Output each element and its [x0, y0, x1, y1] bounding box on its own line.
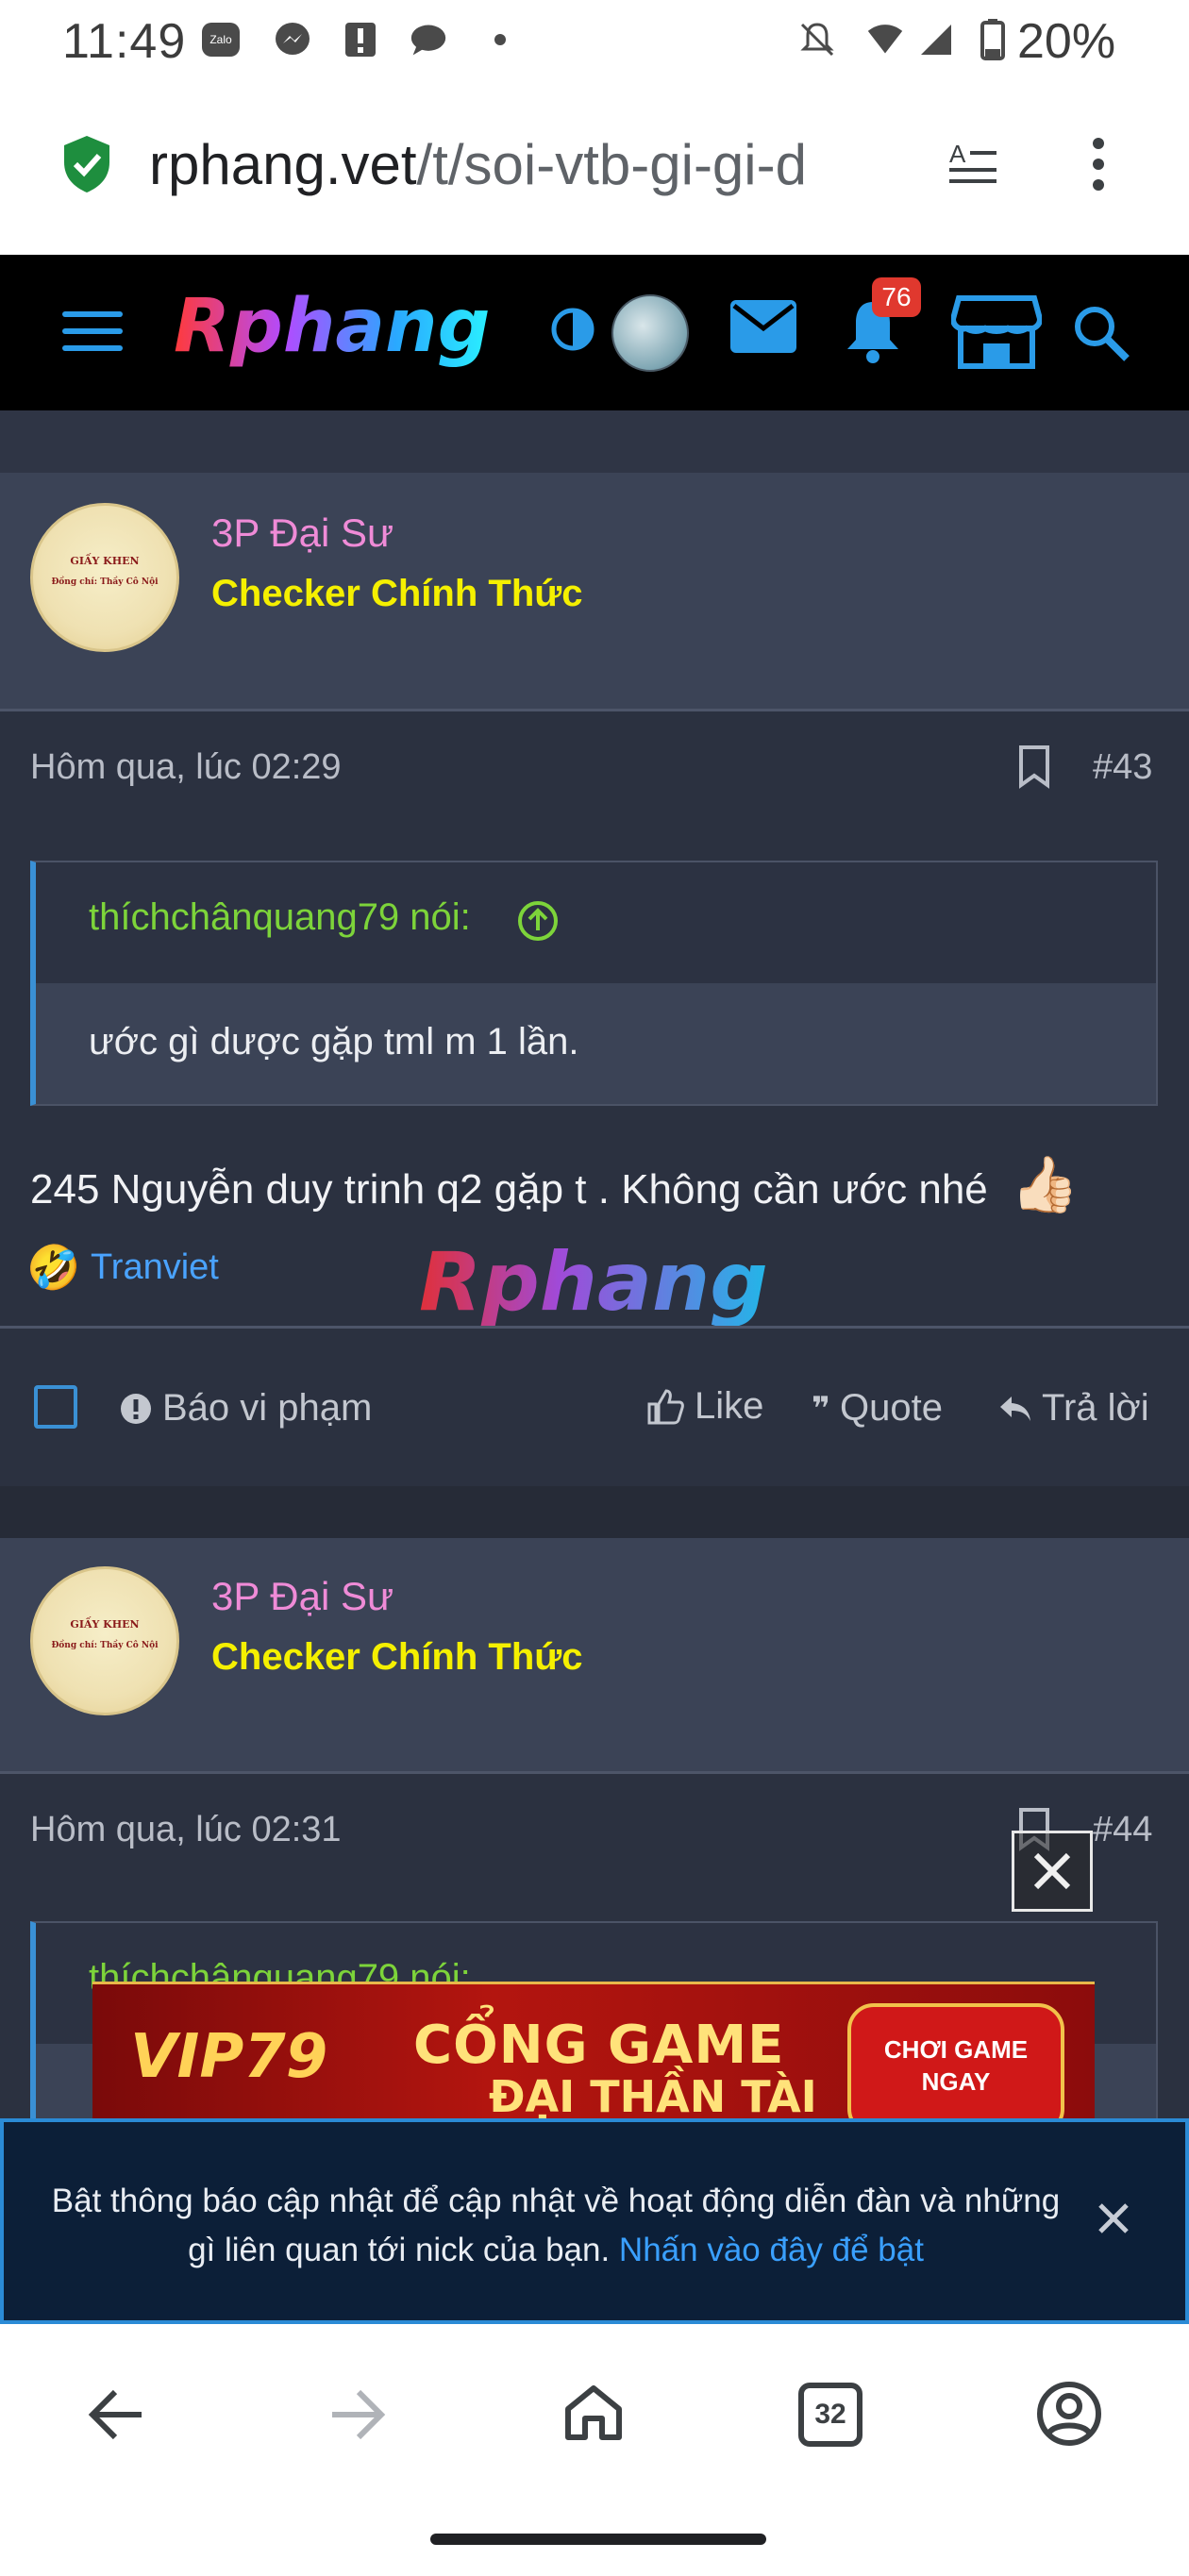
laugh-reaction-icon[interactable]: 🤣 — [26, 1242, 80, 1294]
url-text[interactable]: rphang.vet/t/soi-vtb-gi-gi-d — [149, 132, 904, 197]
post-avatar[interactable]: GIẤY KHEN Đồng chí: Thầy Cô Nội — [30, 503, 179, 652]
browser-url-bar: rphang.vet/t/soi-vtb-gi-gi-d A — [0, 85, 1189, 255]
user-avatar[interactable] — [611, 294, 689, 372]
status-time: 11:49 — [62, 14, 187, 69]
post-timestamp[interactable]: Hôm qua, lúc 02:29 — [30, 747, 342, 788]
report-button[interactable]: Báo vi phạm — [119, 1387, 372, 1430]
quote-icon: ❞ — [812, 1390, 830, 1427]
reply-button[interactable]: Trả lời — [998, 1387, 1149, 1430]
hamburger-menu-icon[interactable] — [62, 308, 123, 361]
ad-headline-1: CỔNG GAME — [413, 2015, 785, 2076]
notification-text: Bật thông báo cập nhật để cập nhật về ho… — [51, 2183, 1061, 2268]
back-icon[interactable] — [87, 2386, 147, 2448]
post-username[interactable]: 3P Đại Sư — [211, 510, 394, 556]
store-icon[interactable] — [949, 294, 1044, 375]
dot-icon — [481, 21, 519, 59]
ad-close-button[interactable] — [1012, 1831, 1093, 1912]
divider — [0, 709, 1189, 711]
post-separator — [0, 1486, 1189, 1538]
secure-shield-icon[interactable] — [60, 134, 113, 199]
messenger-icon — [274, 21, 311, 59]
notification-close-icon[interactable] — [1095, 2200, 1132, 2242]
bookmark-icon[interactable] — [1017, 745, 1051, 794]
post-username[interactable]: 3P Đại Sư — [211, 1574, 394, 1619]
gesture-home-bar[interactable] — [430, 2534, 766, 2545]
report-icon — [121, 1393, 151, 1424]
divider — [0, 1326, 1189, 1329]
post-user-header: GIẤY KHEN Đồng chí: Thầy Cô Nội 3P Đại S… — [0, 473, 1189, 709]
reply-icon — [1000, 1396, 1030, 1421]
select-post-checkbox[interactable] — [34, 1385, 77, 1429]
post-body: 245 Nguyễn duy trinh q2 gặp t . Không cầ… — [30, 1154, 1080, 1215]
quote-jump-icon[interactable] — [517, 900, 559, 942]
post-timestamp[interactable]: Hôm qua, lúc 02:31 — [30, 1810, 342, 1850]
tab-switcher-button[interactable]: 32 — [798, 2383, 862, 2447]
thumbs-up-emoji: 👍🏻 — [1011, 1154, 1080, 1215]
account-icon[interactable] — [1036, 2381, 1102, 2451]
quote-text: ước gì dược gặp tml m 1 lần. — [89, 1021, 579, 1062]
quote-author: thíchchânquang79 nói: — [89, 896, 471, 938]
svg-text:Rphang: Rphang — [419, 1235, 768, 1330]
close-icon — [1033, 1852, 1071, 1890]
post-user-header: GIẤY KHEN Đồng chí: Thầy Cô Nội 3P Đại S… — [0, 1538, 1189, 1774]
post-number[interactable]: #43 — [1093, 747, 1152, 788]
like-button[interactable]: Like — [645, 1385, 763, 1428]
reaction-user-link[interactable]: Tranviet — [91, 1247, 219, 1288]
wifi-icon — [866, 21, 904, 59]
ad-banner[interactable]: VIP79 CỔNG GAME ĐẠI THẦN TÀI CHƠI GAME N… — [92, 1982, 1095, 2118]
ad-brand: VIP79 — [130, 2022, 328, 2092]
theme-toggle-icon[interactable] — [551, 308, 594, 356]
mute-icon — [798, 21, 836, 59]
zalo-icon: Zalo — [202, 21, 240, 59]
divider — [0, 1771, 1189, 1774]
notification-count-badge: 76 — [872, 277, 921, 317]
status-bar: 11:49 Zalo 20% — [0, 0, 1189, 85]
push-notification-banner: Bật thông báo cập nhật để cập nhật về ho… — [0, 2118, 1189, 2324]
like-icon — [647, 1388, 684, 1424]
home-icon[interactable] — [562, 2383, 625, 2448]
quote-body: ước gì dược gặp tml m 1 lần. — [36, 983, 1156, 1106]
reader-mode-icon[interactable]: A — [947, 138, 1000, 195]
quote-button[interactable]: ❞ Quote — [812, 1387, 943, 1430]
watermark-logo: Rphang — [415, 1232, 783, 1341]
forward-icon[interactable] — [327, 2386, 387, 2448]
signal-icon — [917, 21, 955, 59]
content-top-band — [0, 410, 1189, 473]
more-menu-icon[interactable] — [1085, 136, 1112, 197]
search-icon[interactable] — [1072, 304, 1130, 367]
quote-header[interactable]: thíchchânquang79 nói: — [36, 862, 1156, 983]
alert-icon — [342, 21, 379, 59]
post-user-title: Checker Chính Thức — [211, 1636, 583, 1678]
quote-block: thíchchânquang79 nói: ước gì dược gặp tm… — [30, 861, 1158, 1106]
ad-cta-button[interactable]: CHƠI GAME NGAY — [847, 2003, 1064, 2118]
battery-percent: 20% — [1017, 14, 1116, 69]
post-avatar[interactable]: GIẤY KHEN Đồng chí: Thầy Cô Nội — [30, 1566, 179, 1715]
post-number[interactable]: #44 — [1093, 1810, 1152, 1850]
battery-icon — [974, 19, 1012, 60]
site-logo[interactable]: Rphang — [170, 279, 500, 378]
site-logo-text: Rphang — [174, 284, 490, 369]
svg-text:A: A — [949, 140, 966, 168]
post-user-title: Checker Chính Thức — [211, 573, 583, 614]
site-header: Rphang 76 — [0, 255, 1189, 410]
mail-icon[interactable] — [730, 300, 796, 358]
chat-icon — [410, 21, 447, 59]
ad-headline-2: ĐẠI THẦN TÀI — [489, 2071, 817, 2118]
enable-notifications-link[interactable]: Nhấn vào đây để bật — [619, 2232, 924, 2268]
